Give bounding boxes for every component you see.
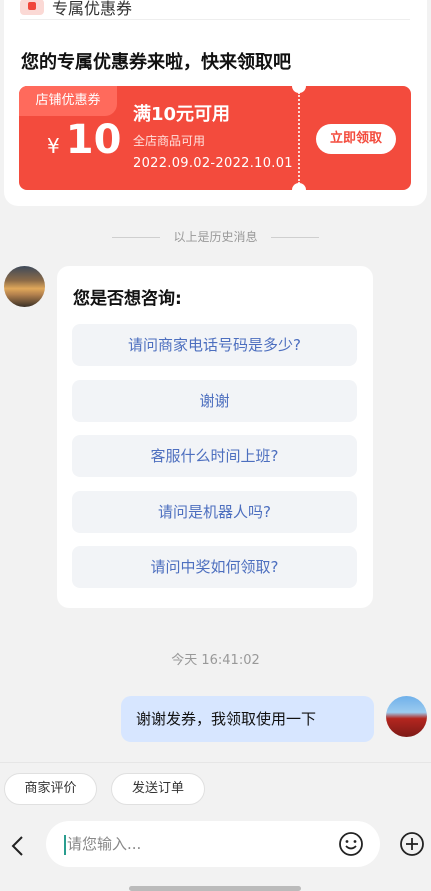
ticket-notch-top xyxy=(292,86,306,93)
ticket-notch-bottom xyxy=(292,183,306,190)
currency-symbol: ¥ xyxy=(47,134,60,158)
ticket-divider xyxy=(298,92,300,184)
coupon-ticket[interactable]: 店铺优惠券 ¥ 10 满10元可用 全店商品可用 2022.09.02-2022… xyxy=(19,86,411,190)
suggestion-option[interactable]: 请问商家电话号码是多少? xyxy=(72,324,357,366)
coupon-scope: 全店商品可用 xyxy=(133,134,206,148)
coupon-type-tag: 店铺优惠券 xyxy=(19,86,117,116)
coupon-card: 专属优惠券 您的专属优惠券来啦，快来领取吧 店铺优惠券 ¥ 10 满10元可用 … xyxy=(4,0,427,206)
claim-coupon-button[interactable]: 立即领取 xyxy=(316,124,396,154)
send-order-chip[interactable]: 发送订单 xyxy=(111,773,205,805)
emoji-icon[interactable] xyxy=(338,831,364,857)
input-bar: 请您输入... xyxy=(0,816,431,891)
quick-action-bar: 商家评价 发送订单 xyxy=(0,762,431,816)
suggestion-panel: 您是否想咨询: 请问商家电话号码是多少? 谢谢 客服什么时间上班? 请问是机器人… xyxy=(57,266,373,608)
text-caret xyxy=(64,834,66,855)
history-separator-label: 以上是历史消息 xyxy=(173,230,258,244)
suggestion-option[interactable]: 请问是机器人吗? xyxy=(72,491,357,533)
shop-avatar[interactable] xyxy=(4,266,45,307)
coupon-card-header: 专属优惠券 xyxy=(20,0,410,20)
suggestion-title: 您是否想咨询: xyxy=(73,289,182,309)
back-icon[interactable] xyxy=(10,836,26,856)
message-input[interactable]: 请您输入... xyxy=(46,821,380,867)
home-indicator xyxy=(129,886,301,891)
user-message-bubble[interactable]: 谢谢发券，我领取使用一下 xyxy=(121,696,374,742)
user-avatar[interactable] xyxy=(386,696,427,737)
add-icon[interactable] xyxy=(399,831,425,857)
suggestion-option[interactable]: 谢谢 xyxy=(72,380,357,422)
suggestion-option[interactable]: 客服什么时间上班? xyxy=(72,435,357,477)
coupon-icon xyxy=(20,0,44,15)
history-separator: 以上是历史消息 xyxy=(0,228,431,245)
suggestion-option[interactable]: 请问中奖如何领取? xyxy=(72,546,357,588)
coupon-condition: 满10元可用 xyxy=(133,104,231,125)
coupon-validity-dates: 2022.09.02-2022.10.01 xyxy=(133,156,293,171)
coupon-headline: 您的专属优惠券来啦，快来领取吧 xyxy=(21,52,291,73)
coupon-card-header-label: 专属优惠券 xyxy=(52,0,133,18)
coupon-amount: ¥ 10 xyxy=(47,120,121,160)
coupon-amount-value: 10 xyxy=(65,117,122,163)
message-timestamp: 今天 16:41:02 xyxy=(171,653,260,668)
message-input-placeholder: 请您输入... xyxy=(67,835,142,853)
shop-review-chip[interactable]: 商家评价 xyxy=(4,773,97,805)
